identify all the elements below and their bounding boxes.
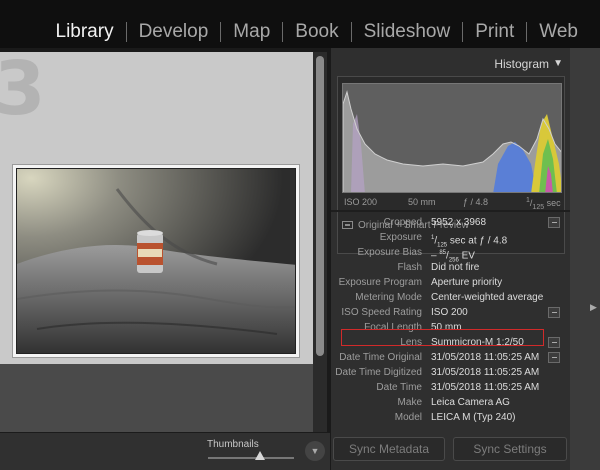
module-map[interactable]: Map bbox=[221, 20, 282, 44]
filter-iso-button[interactable] bbox=[548, 307, 560, 318]
metadata-label: Date Time Original bbox=[339, 352, 422, 363]
metadata-value: 31/05/2018 11:05:25 AM bbox=[431, 382, 540, 393]
exposure-rest: sec at ƒ / 4.8 bbox=[449, 235, 508, 247]
sync-metadata-button[interactable]: Sync Metadata bbox=[333, 437, 445, 461]
metadata-label: Exposure Bias bbox=[357, 247, 422, 258]
metadata-label: Cropped bbox=[383, 217, 422, 228]
metadata-label: Flash bbox=[397, 262, 422, 273]
metadata-row-flash: Flash Did not fire bbox=[331, 261, 571, 276]
metadata-label: Make bbox=[397, 397, 422, 408]
metadata-label: Exposure bbox=[379, 232, 422, 243]
lens-highlight-box bbox=[341, 329, 544, 346]
filter-lens-button[interactable] bbox=[548, 337, 560, 348]
grid-scrollbar-thumb[interactable] bbox=[316, 56, 324, 356]
histogram-curves bbox=[343, 90, 561, 192]
histogram-aperture: ƒ / 4.8 bbox=[463, 197, 489, 207]
metadata-value: LEICA M (Typ 240) bbox=[431, 412, 516, 423]
histogram-iso: ISO 200 bbox=[344, 197, 378, 207]
metadata-row-iso: ISO Speed Rating ISO 200 bbox=[331, 306, 571, 321]
metadata-row-metering-mode: Metering Mode Center-weighted average bbox=[331, 291, 571, 306]
bias-rest: EV bbox=[461, 250, 475, 262]
metadata-label: ISO Speed Rating bbox=[341, 307, 422, 318]
metadata-label: Exposure Program bbox=[338, 277, 422, 288]
metadata-value: ISO 200 bbox=[431, 307, 468, 318]
metadata-row-cropped: Cropped 5952 x 3968 bbox=[331, 216, 571, 231]
thumbnails-label: Thumbnails bbox=[207, 439, 259, 450]
bias-num: 85 bbox=[439, 250, 447, 256]
histogram-panel-header[interactable]: Histogram ▼ bbox=[331, 52, 571, 74]
histogram-shutter: 1/125 sec bbox=[526, 197, 561, 211]
metadata-value: 31/05/2018 11:05:25 AM bbox=[431, 367, 540, 378]
right-panel-edge: ▶ bbox=[570, 48, 600, 470]
module-library[interactable]: Library bbox=[44, 20, 126, 44]
grid-scrollbar[interactable] bbox=[313, 52, 327, 432]
metadata-row-date-time: Date Time 31/05/2018 11:05:25 AM bbox=[331, 381, 571, 396]
metadata-value: 31/05/2018 11:05:25 AM bbox=[431, 352, 540, 363]
metadata-label: Model bbox=[394, 412, 422, 423]
metadata-value: 5952 x 3968 bbox=[431, 217, 487, 228]
metadata-row-date-time-digitized: Date Time Digitized 31/05/2018 11:05:25 … bbox=[331, 366, 571, 381]
sync-settings-button[interactable]: Sync Settings bbox=[453, 437, 567, 461]
expand-right-arrow-icon[interactable]: ▶ bbox=[590, 302, 597, 313]
thumbnail-size-slider[interactable] bbox=[208, 457, 294, 459]
toolbar: Thumbnails ▼ bbox=[0, 432, 330, 470]
sync-button-row: Sync Metadata Sync Settings bbox=[331, 437, 571, 463]
module-web[interactable]: Web bbox=[527, 20, 590, 44]
exposure-num: 1 bbox=[431, 235, 435, 241]
cell-index-number: 3 bbox=[0, 52, 46, 132]
histogram-shutter-num: 1 bbox=[526, 197, 530, 204]
bias-prefix: – bbox=[431, 250, 437, 262]
module-picker: Library Develop Map Book Slideshow Print… bbox=[0, 0, 600, 48]
metadata-value: Leica Camera AG bbox=[431, 397, 510, 408]
metadata-row-make: Make Leica Camera AG bbox=[331, 396, 571, 411]
metadata-row-exposure: Exposure 1/125 sec at ƒ / 4.8 bbox=[331, 231, 571, 248]
metadata-row-exposure-bias: Exposure Bias – 85/256 EV bbox=[331, 246, 571, 263]
right-panel: Histogram ▼ ISO 200 50 mm ƒ / 4.8 1/125 … bbox=[330, 48, 581, 470]
module-print[interactable]: Print bbox=[463, 20, 526, 44]
chevron-down-icon: ▼ bbox=[310, 446, 320, 456]
metadata-row-model: Model LEICA M (Typ 240) bbox=[331, 411, 571, 424]
module-slideshow[interactable]: Slideshow bbox=[352, 20, 463, 44]
grid-cell[interactable]: 3 bbox=[0, 52, 313, 364]
toolbar-menu-button[interactable]: ▼ bbox=[305, 441, 325, 461]
histogram-info: ISO 200 50 mm ƒ / 4.8 1/125 sec bbox=[338, 195, 566, 211]
metadata-value: Did not fire bbox=[431, 262, 480, 273]
metadata-row-exposure-program: Exposure Program Aperture priority bbox=[331, 276, 571, 291]
histogram-graph[interactable] bbox=[342, 83, 562, 193]
metadata-row-date-time-original: Date Time Original 31/05/2018 11:05:25 A… bbox=[331, 351, 571, 366]
filter-date-button[interactable] bbox=[548, 352, 560, 363]
thumbnail-size-slider-thumb[interactable] bbox=[254, 451, 265, 461]
module-list: Library Develop Map Book Slideshow Print… bbox=[44, 20, 591, 44]
metadata-panel: Cropped 5952 x 3968 Exposure 1/125 sec a… bbox=[331, 212, 571, 424]
metadata-label: Metering Mode bbox=[355, 292, 422, 303]
histogram-focal: 50 mm bbox=[408, 197, 436, 207]
go-to-crop-button[interactable] bbox=[548, 217, 560, 228]
grid-empty-area bbox=[0, 364, 313, 432]
photo-thumbnail-frame[interactable] bbox=[12, 164, 300, 358]
module-develop[interactable]: Develop bbox=[127, 20, 221, 44]
module-book[interactable]: Book bbox=[283, 20, 350, 44]
metadata-label: Date Time Digitized bbox=[335, 367, 422, 378]
metadata-value: Aperture priority bbox=[431, 277, 503, 288]
photo-image bbox=[17, 169, 295, 353]
collapse-triangle-icon[interactable]: ▼ bbox=[553, 58, 563, 69]
metadata-label: Date Time bbox=[376, 382, 422, 393]
histogram-title: Histogram bbox=[494, 57, 549, 71]
histogram-shutter-unit: sec bbox=[546, 198, 561, 208]
metadata-value: Center-weighted average bbox=[431, 292, 544, 303]
photo-thumbnail[interactable] bbox=[16, 168, 296, 354]
